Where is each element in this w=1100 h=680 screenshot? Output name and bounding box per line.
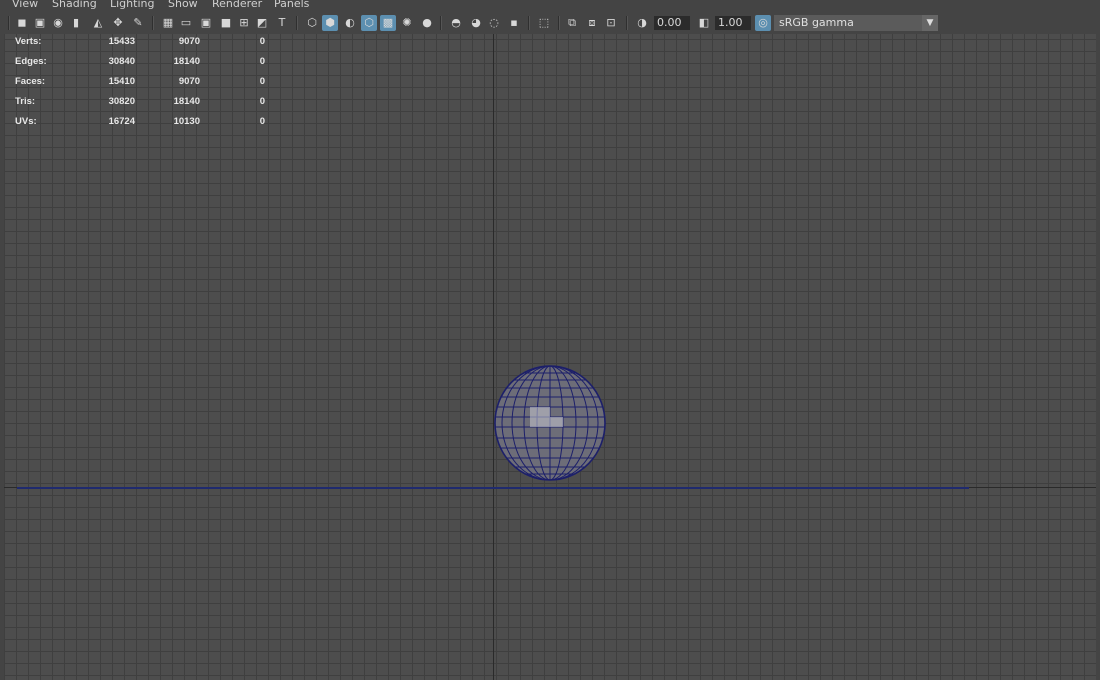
chevron-down-icon[interactable]: ▼ <box>922 15 938 31</box>
film-gate-icon[interactable]: ▭ <box>180 17 192 29</box>
menu-show[interactable]: Show <box>168 0 198 10</box>
grid-axis-vertical <box>493 34 494 680</box>
anti-aliasing-icon[interactable]: ◌ <box>488 17 500 29</box>
color-management-icon[interactable]: ◎ <box>755 15 771 31</box>
toolbar-separator <box>528 16 530 30</box>
ground-plane-edge <box>17 487 969 489</box>
color-space-label: sRGB gamma <box>779 16 854 29</box>
default-material-icon[interactable]: ◐ <box>344 17 356 29</box>
hud-value: 0 <box>259 76 265 87</box>
exposure-field[interactable]: 0.00 <box>654 16 690 30</box>
safe-action-icon[interactable]: ◩ <box>256 17 268 29</box>
panel-menubar: View Shading Lighting Show Renderer Pane… <box>0 0 1100 12</box>
select-camera-icon[interactable]: ◼ <box>16 17 28 29</box>
toolbar-separator <box>8 16 10 30</box>
hud-row-faces: Faces: 15410 9070 0 <box>15 76 275 96</box>
xray-joints-icon[interactable]: ⧉ <box>566 17 578 29</box>
toolbar-separator <box>558 16 560 30</box>
xray-active-icon[interactable]: ⧈ <box>586 17 598 29</box>
menu-panels[interactable]: Panels <box>274 0 309 10</box>
image-plane-icon[interactable]: ◭ <box>92 17 104 29</box>
hud-value: 30820 <box>108 96 135 107</box>
sphere-wireframe[interactable] <box>492 364 608 484</box>
wireframe-icon[interactable]: ⬡ <box>306 17 318 29</box>
bookmark-camera-icon[interactable]: ◉ <box>52 17 64 29</box>
use-all-lights-icon[interactable]: ✺ <box>401 17 413 29</box>
hud-row-uvs: UVs: 16724 10130 0 <box>15 116 275 136</box>
hud-value: 10130 <box>173 116 200 127</box>
menu-renderer[interactable]: Renderer <box>212 0 262 10</box>
hud-label: UVs: <box>15 116 37 127</box>
hud-value: 18140 <box>173 96 200 107</box>
toolbar-separator <box>296 16 298 30</box>
hud-label: Faces: <box>15 76 46 87</box>
gate-mask-icon[interactable]: ■ <box>220 17 232 29</box>
toolbar-separator <box>152 16 154 30</box>
wireframe-on-shaded-icon[interactable]: ⬡ <box>361 15 377 31</box>
backface-culling-icon[interactable]: ⊡ <box>605 17 617 29</box>
toolbar-separator <box>440 16 442 30</box>
2d-pan-zoom-icon[interactable]: ✥ <box>112 17 124 29</box>
hud-value: 0 <box>259 96 265 107</box>
camera-film-icon[interactable]: ▮ <box>70 17 82 29</box>
hud-row-verts: Verts: 15433 9070 0 <box>15 36 275 56</box>
shadows-icon[interactable]: ● <box>421 17 433 29</box>
hud-row-edges: Edges: 30840 18140 0 <box>15 56 275 76</box>
hud-value: 16724 <box>108 116 135 127</box>
menu-lighting[interactable]: Lighting <box>110 0 154 10</box>
hud-value: 15433 <box>108 36 135 47</box>
toolbar-separator <box>626 16 628 30</box>
hud-value: 9070 <box>178 36 200 47</box>
hud-value: 30840 <box>108 56 135 67</box>
hud-row-tris: Tris: 30820 18140 0 <box>15 96 275 116</box>
camera-attributes-icon[interactable]: ▣ <box>34 17 46 29</box>
grid-icon[interactable]: ▦ <box>162 17 174 29</box>
hud-value: 0 <box>259 36 265 47</box>
panel-toolbar: ◼ ▣ ◉ ▮ ◭ ✥ ✎ ▦ ▭ ▣ ■ ⊞ ◩ T ⬡ ⬢ ◐ ⬡ ▩ ✺ … <box>0 12 1100 34</box>
smooth-shade-icon[interactable]: ⬢ <box>322 15 338 31</box>
hud-label: Verts: <box>15 36 42 47</box>
color-space-dropdown[interactable]: sRGB gamma ▼ <box>774 15 938 31</box>
field-chart-icon[interactable]: ⊞ <box>238 17 250 29</box>
hud-value: 15410 <box>108 76 135 87</box>
poly-count-hud: Verts: 15433 9070 0 Edges: 30840 18140 0… <box>15 36 275 136</box>
gamma-icon[interactable]: ◧ <box>698 17 710 29</box>
xray-icon[interactable]: ▩ <box>380 15 396 31</box>
grease-pencil-icon[interactable]: ✎ <box>132 17 144 29</box>
resolution-gate-icon[interactable]: ▣ <box>200 17 212 29</box>
isolate-select-icon[interactable]: ⬚ <box>538 17 550 29</box>
depth-of-field-icon[interactable]: ▪ <box>508 17 520 29</box>
screen-space-ao-icon[interactable]: ◓ <box>450 17 462 29</box>
hud-value: 9070 <box>178 76 200 87</box>
hud-label: Edges: <box>15 56 47 67</box>
safe-title-icon[interactable]: T <box>276 17 288 29</box>
motion-blur-icon[interactable]: ◕ <box>470 17 482 29</box>
hud-value: 18140 <box>173 56 200 67</box>
exposure-icon[interactable]: ◑ <box>636 17 648 29</box>
hud-label: Tris: <box>15 96 36 107</box>
menu-view[interactable]: View <box>12 0 38 10</box>
menu-shading[interactable]: Shading <box>52 0 97 10</box>
hud-value: 0 <box>259 56 265 67</box>
hud-value: 0 <box>259 116 265 127</box>
gamma-field[interactable]: 1.00 <box>715 16 751 30</box>
